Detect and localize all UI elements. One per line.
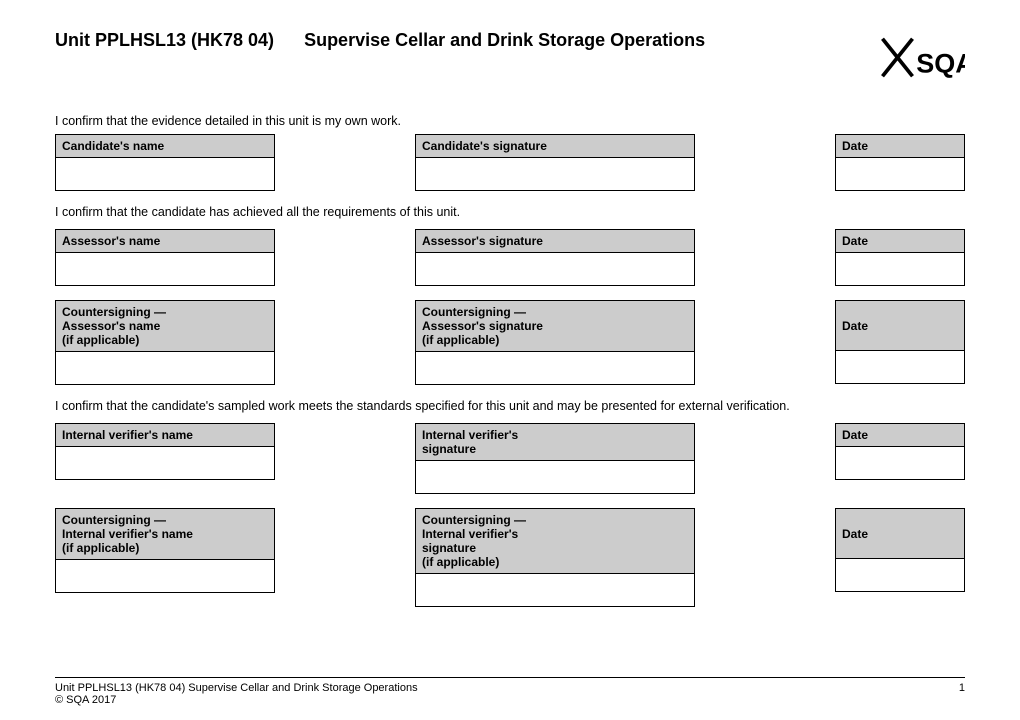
assessor-row: Assessor's name Assessor's signature Dat… bbox=[55, 229, 965, 286]
countersigning-iv-date-label: Date bbox=[836, 509, 964, 559]
countersigning-iv-signature-label: Countersigning — Internal verifier's sig… bbox=[416, 509, 694, 574]
assessor-signature-block: Assessor's signature bbox=[415, 229, 695, 286]
candidate-name-block: Candidate's name bbox=[55, 134, 275, 191]
verifier-signature-block: Internal verifier's signature bbox=[415, 423, 695, 494]
footer-right: 1 bbox=[959, 682, 965, 706]
countersigning-assessor-signature-block: Countersigning — Assessor's signature (i… bbox=[415, 300, 695, 385]
candidate-signature-cell: Candidate's signature bbox=[415, 134, 695, 191]
verifier-signature-cell: Internal verifier's signature bbox=[415, 423, 695, 494]
candidate-row: Candidate's name Candidate's signature D… bbox=[55, 134, 965, 191]
candidate-name-cell: Candidate's name bbox=[55, 134, 275, 191]
assessor-name-cell: Assessor's name bbox=[55, 229, 275, 286]
assessor-date-cell: Date bbox=[835, 229, 965, 286]
page-header: Unit PPLHSL13 (HK78 04) Supervise Cellar… bbox=[55, 30, 965, 100]
assessor-signature-label: Assessor's signature bbox=[416, 230, 694, 253]
countersigning-iv-signature-cell: Countersigning — Internal verifier's sig… bbox=[415, 508, 695, 607]
assessor-date-label: Date bbox=[836, 230, 964, 253]
verifier-signature-value[interactable] bbox=[416, 461, 694, 493]
countersigning-assessor-date-block: Date bbox=[835, 300, 965, 384]
verifier-name-value[interactable] bbox=[56, 447, 274, 479]
verifier-name-block: Internal verifier's name bbox=[55, 423, 275, 480]
assessor-signature-value[interactable] bbox=[416, 253, 694, 285]
assessor-signature-cell: Assessor's signature bbox=[415, 229, 695, 286]
page-footer: Unit PPLHSL13 (HK78 04) Supervise Cellar… bbox=[55, 677, 965, 706]
countersigning-iv-signature-value[interactable] bbox=[416, 574, 694, 606]
countersigning-assessor-date-label: Date bbox=[836, 301, 964, 351]
countersigning-assessor-row: Countersigning — Assessor's name (if app… bbox=[55, 300, 965, 385]
assessor-date-value[interactable] bbox=[836, 253, 964, 285]
assessor-confirm-text: I confirm that the candidate has achieve… bbox=[55, 205, 965, 219]
countersigning-iv-signature-block: Countersigning — Internal verifier's sig… bbox=[415, 508, 695, 607]
sqa-logo: SQA bbox=[875, 30, 965, 100]
verifier-date-cell: Date bbox=[835, 423, 965, 494]
assessor-name-label: Assessor's name bbox=[56, 230, 274, 253]
candidate-date-label: Date bbox=[836, 135, 964, 158]
countersigning-assessor-signature-value[interactable] bbox=[416, 352, 694, 384]
countersigning-assessor-signature-cell: Countersigning — Assessor's signature (i… bbox=[415, 300, 695, 385]
candidate-confirm-text: I confirm that the evidence detailed in … bbox=[55, 114, 965, 128]
countersigning-assessor-date-value[interactable] bbox=[836, 351, 964, 383]
verifier-name-cell: Internal verifier's name bbox=[55, 423, 275, 494]
assessor-date-block: Date bbox=[835, 229, 965, 286]
unit-code: Unit PPLHSL13 (HK78 04) bbox=[55, 30, 274, 51]
header-title-block: Unit PPLHSL13 (HK78 04) Supervise Cellar… bbox=[55, 30, 705, 51]
verifier-signature-label: Internal verifier's signature bbox=[416, 424, 694, 461]
assessor-name-value[interactable] bbox=[56, 253, 274, 285]
countersigning-iv-date-block: Date bbox=[835, 508, 965, 592]
countersigning-iv-name-label: Countersigning — Internal verifier's nam… bbox=[56, 509, 274, 560]
countersigning-iv-row: Countersigning — Internal verifier's nam… bbox=[55, 508, 965, 607]
countersigning-assessor-name-block: Countersigning — Assessor's name (if app… bbox=[55, 300, 275, 385]
svg-text:SQA: SQA bbox=[916, 49, 965, 79]
countersigning-assessor-name-value[interactable] bbox=[56, 352, 274, 384]
countersigning-iv-date-value[interactable] bbox=[836, 559, 964, 591]
candidate-signature-label: Candidate's signature bbox=[416, 135, 694, 158]
countersigning-iv-name-block: Countersigning — Internal verifier's nam… bbox=[55, 508, 275, 593]
assessor-name-block: Assessor's name bbox=[55, 229, 275, 286]
candidate-date-cell: Date bbox=[835, 134, 965, 191]
title-line: Unit PPLHSL13 (HK78 04) Supervise Cellar… bbox=[55, 30, 705, 51]
verifier-name-label: Internal verifier's name bbox=[56, 424, 274, 447]
footer-left: Unit PPLHSL13 (HK78 04) Supervise Cellar… bbox=[55, 682, 418, 706]
candidate-date-block: Date bbox=[835, 134, 965, 191]
verifier-date-value[interactable] bbox=[836, 447, 964, 479]
verifier-row: Internal verifier's name Internal verifi… bbox=[55, 423, 965, 494]
candidate-date-value[interactable] bbox=[836, 158, 964, 190]
unit-title: Supervise Cellar and Drink Storage Opera… bbox=[304, 30, 705, 51]
verifier-date-block: Date bbox=[835, 423, 965, 480]
verifier-confirm-text: I confirm that the candidate's sampled w… bbox=[55, 399, 965, 413]
candidate-signature-block: Candidate's signature bbox=[415, 134, 695, 191]
countersigning-iv-date-cell: Date bbox=[835, 508, 965, 607]
countersigning-iv-name-value[interactable] bbox=[56, 560, 274, 592]
countersigning-assessor-name-label: Countersigning — Assessor's name (if app… bbox=[56, 301, 274, 352]
candidate-signature-value[interactable] bbox=[416, 158, 694, 190]
candidate-name-value[interactable] bbox=[56, 158, 274, 190]
countersigning-assessor-name-cell: Countersigning — Assessor's name (if app… bbox=[55, 300, 275, 385]
verifier-date-label: Date bbox=[836, 424, 964, 447]
page: Unit PPLHSL13 (HK78 04) Supervise Cellar… bbox=[0, 0, 1020, 720]
countersigning-assessor-date-cell: Date bbox=[835, 300, 965, 385]
candidate-name-label: Candidate's name bbox=[56, 135, 274, 158]
countersigning-assessor-signature-label: Countersigning — Assessor's signature (i… bbox=[416, 301, 694, 352]
countersigning-iv-name-cell: Countersigning — Internal verifier's nam… bbox=[55, 508, 275, 607]
